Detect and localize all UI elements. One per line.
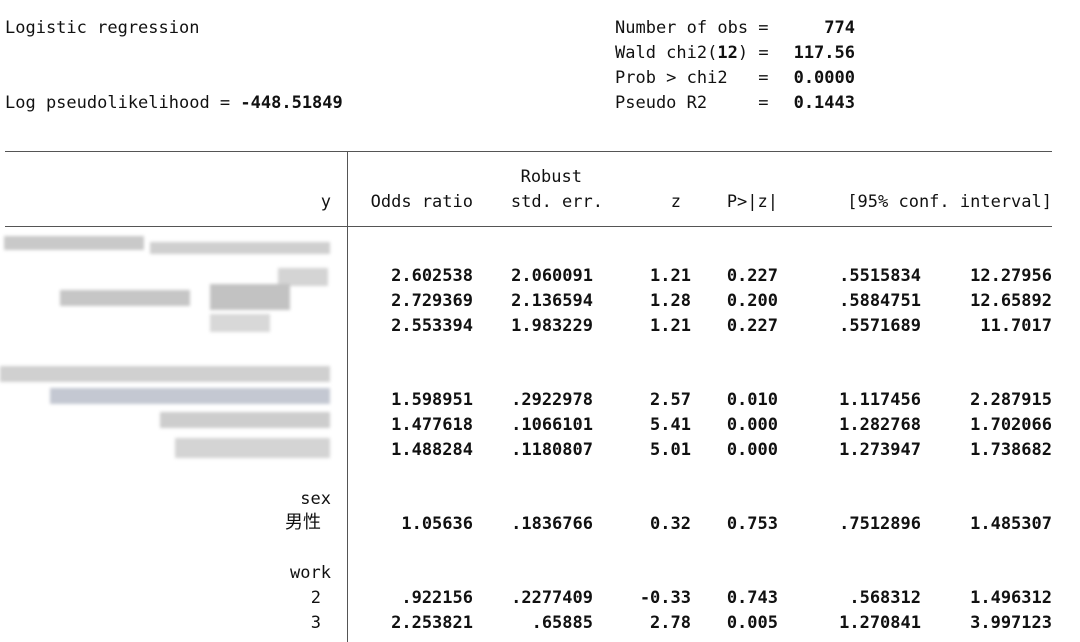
cell-z: 5.01 [650, 440, 691, 460]
redacted-label-block-1 [0, 232, 335, 342]
table-header-rule [5, 226, 1052, 227]
cell-p: 0.227 [726, 316, 778, 336]
group-name-work: work [290, 563, 331, 583]
col-header-z: z [670, 192, 681, 212]
stat-label-prob: Prob > chi2 = [615, 68, 769, 88]
cell-odds-ratio: 1.477618 [391, 415, 473, 435]
cell-ci-lower: .7512896 [839, 514, 921, 534]
cell-p: 0.000 [726, 415, 778, 435]
cell-ci-lower: 1.282768 [839, 415, 921, 435]
cell-ci-lower: 1.273947 [839, 440, 921, 460]
cell-ci-lower: .568312 [849, 588, 921, 608]
cell-std-err: 2.060091 [511, 266, 593, 286]
cell-z: 2.57 [650, 390, 691, 410]
cell-ci-lower: .5884751 [839, 291, 921, 311]
model-title: Logistic regression [5, 18, 200, 38]
cell-std-err: .2277409 [511, 588, 593, 608]
col-header-ci: [95% conf. interval] [847, 192, 1052, 212]
cell-std-err: .65885 [531, 613, 593, 633]
cell-z: 2.78 [650, 613, 691, 633]
cell-ci-upper: 1.702066 [970, 415, 1052, 435]
cell-ci-upper: 3.997123 [970, 613, 1052, 633]
stat-value-r2: 0.1443 [793, 93, 855, 113]
cell-ci-upper: 1.485307 [970, 514, 1052, 534]
cell-std-err: .2922978 [511, 390, 593, 410]
row-label: 2 [310, 588, 321, 608]
redacted-label-block-2 [0, 362, 340, 472]
cell-std-err: .1836766 [511, 514, 593, 534]
row-label: 3 [310, 613, 321, 633]
cell-ci-upper: 1.738682 [970, 440, 1052, 460]
cell-z: 5.41 [650, 415, 691, 435]
cell-p: 0.000 [726, 440, 778, 460]
log-likelihood-label: Log pseudolikelihood = [5, 93, 241, 113]
cell-ci-upper: 12.65892 [970, 291, 1052, 311]
stat-label-r2: Pseudo R2 = [615, 93, 769, 113]
group-name-sex: sex [300, 489, 331, 509]
cell-ci-lower: .5515834 [839, 266, 921, 286]
log-likelihood: Log pseudolikelihood = -448.51849 [5, 93, 343, 113]
cell-odds-ratio: 2.553394 [391, 316, 473, 336]
cell-std-err: .1180807 [511, 440, 593, 460]
cell-p: 0.753 [726, 514, 778, 534]
log-likelihood-value: -448.51849 [240, 93, 343, 113]
table-top-rule [5, 151, 1052, 152]
col-header-depvar: y [320, 192, 331, 212]
cell-std-err: 1.983229 [511, 316, 593, 336]
col-header-p: P>|z| [726, 192, 778, 212]
cell-odds-ratio: 1.488284 [391, 440, 473, 460]
cell-ci-upper: 2.287915 [970, 390, 1052, 410]
cell-p: 0.227 [726, 266, 778, 286]
cell-z: 1.21 [650, 266, 691, 286]
col-header-odds-ratio: Odds ratio [370, 192, 473, 212]
cell-p: 0.010 [726, 390, 778, 410]
table-vertical-rule [347, 151, 348, 642]
cell-z: 1.21 [650, 316, 691, 336]
stat-label-chi2: Wald chi2(12) = [615, 43, 769, 63]
cell-odds-ratio: .922156 [401, 588, 473, 608]
cell-ci-upper: 1.496312 [970, 588, 1052, 608]
cell-odds-ratio: 1.05636 [401, 514, 473, 534]
cell-ci-lower: 1.270841 [839, 613, 921, 633]
stat-value-prob: 0.0000 [793, 68, 855, 88]
cell-odds-ratio: 2.729369 [391, 291, 473, 311]
col-header-std-err: std. err. [510, 192, 603, 212]
col-header-robust: Robust [520, 167, 582, 187]
cell-odds-ratio: 2.253821 [391, 613, 473, 633]
cell-ci-upper: 11.7017 [980, 316, 1052, 336]
cell-ci-lower: 1.117456 [839, 390, 921, 410]
stat-label-nobs: Number of obs = [615, 18, 769, 38]
cell-p: 0.743 [726, 588, 778, 608]
cell-odds-ratio: 1.598951 [391, 390, 473, 410]
cell-z: 0.32 [650, 514, 691, 534]
cell-z: -0.33 [639, 588, 691, 608]
cell-z: 1.28 [650, 291, 691, 311]
cell-odds-ratio: 2.602538 [391, 266, 473, 286]
stat-value-chi2: 117.56 [793, 43, 855, 63]
cell-std-err: .1066101 [511, 415, 593, 435]
cell-p: 0.200 [726, 291, 778, 311]
cell-std-err: 2.136594 [511, 291, 593, 311]
row-label: 男性 [285, 512, 321, 533]
cell-ci-upper: 12.27956 [970, 266, 1052, 286]
stat-value-nobs: 774 [824, 18, 855, 38]
cell-p: 0.005 [726, 613, 778, 633]
cell-ci-lower: .5571689 [839, 316, 921, 336]
